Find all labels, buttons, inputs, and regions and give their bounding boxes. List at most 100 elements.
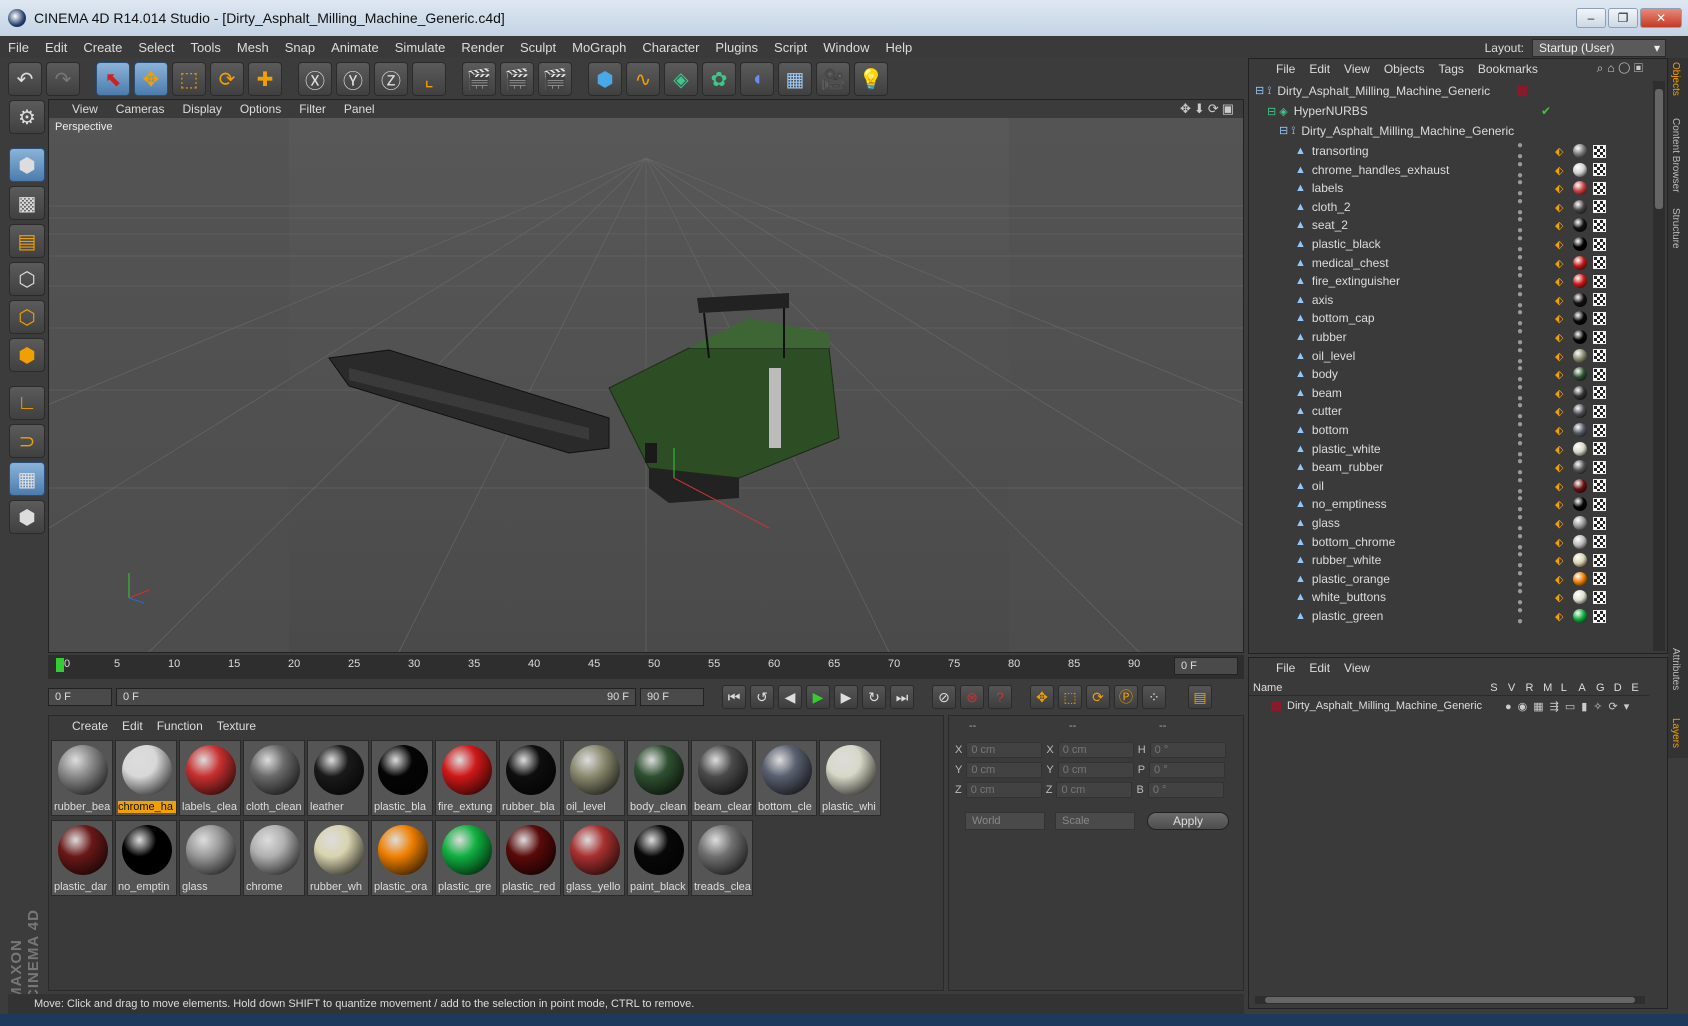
material-tag-icon[interactable] [1573, 274, 1587, 289]
phong-tag-icon[interactable]: ⬖ [1555, 536, 1567, 549]
tree-row-hypernurbs[interactable]: ⊟ ◈ HyperNURBS ✔ [1249, 101, 1649, 121]
material-tile[interactable]: plastic_bla [371, 740, 433, 816]
menu-select[interactable]: Select [130, 40, 182, 55]
phong-tag-icon[interactable]: ⬖ [1555, 331, 1567, 344]
menu-sculpt[interactable]: Sculpt [512, 40, 564, 55]
viewport-menu-view[interactable]: View [63, 102, 107, 116]
viewport-menu-panel[interactable]: Panel [335, 102, 384, 116]
camera-icon[interactable]: 🎥 [816, 62, 850, 96]
tree-row-object[interactable]: ▲ rubber_white ● ● ⬖ [1249, 549, 1649, 571]
material-tag-icon[interactable] [1573, 590, 1587, 605]
make-editable-icon[interactable]: ⚙ [9, 100, 45, 134]
position-z-field[interactable]: 0 cm [965, 782, 1042, 798]
light-icon[interactable]: 💡 [854, 62, 888, 96]
material-tile[interactable]: plastic_dar [51, 820, 113, 896]
uvw-tag-icon[interactable] [1593, 349, 1606, 363]
side-tab-content-browser[interactable]: Content Browser [1670, 118, 1681, 192]
start-frame-field[interactable]: 0 F [48, 688, 112, 706]
tree-row-object[interactable]: ▲ transorting ● ● ⬖ [1249, 140, 1649, 162]
uvw-tag-icon[interactable] [1593, 423, 1606, 437]
material-tag-icon[interactable] [1573, 162, 1587, 177]
viewport-menu-filter[interactable]: Filter [290, 102, 335, 116]
snap-icon[interactable]: ⊃ [9, 424, 45, 458]
material-tag-icon[interactable] [1573, 441, 1587, 456]
material-tile[interactable]: labels_clea [179, 740, 241, 816]
material-tile[interactable]: paint_black [627, 820, 689, 896]
size-mode-dropdown[interactable]: Scale [1055, 812, 1135, 830]
side-tab-attributes[interactable]: Attributes [1670, 648, 1681, 690]
coord-system-icon[interactable]: ⌞ [412, 62, 446, 96]
material-tag-icon[interactable] [1573, 255, 1587, 270]
material-tile[interactable]: plastic_ora [371, 820, 433, 896]
layout-dropdown[interactable]: Startup (User) [1532, 39, 1666, 57]
uvw-tag-icon[interactable] [1593, 144, 1606, 158]
layer-menu-file[interactable]: File [1269, 661, 1302, 675]
tree-row-object[interactable]: ▲ beam_rubber ● ● ⬖ [1249, 456, 1649, 478]
tree-row-object[interactable]: ▲ bottom_chrome ● ● ⬖ [1249, 531, 1649, 553]
rotation-h-field[interactable]: 0 ° [1149, 742, 1226, 758]
side-tab-objects[interactable]: Objects [1670, 62, 1681, 96]
phong-tag-icon[interactable]: ⬖ [1555, 238, 1567, 251]
tree-row-object[interactable]: ▲ plastic_orange ● ● ⬖ [1249, 568, 1649, 590]
uvw-tag-icon[interactable] [1593, 200, 1606, 214]
live-select-icon[interactable]: ⬉ [96, 62, 130, 96]
uvw-tag-icon[interactable] [1593, 609, 1606, 623]
menu-mograph[interactable]: MoGraph [564, 40, 634, 55]
phong-tag-icon[interactable]: ⬖ [1555, 591, 1567, 604]
material-menu-create[interactable]: Create [65, 719, 115, 733]
uvw-tag-icon[interactable] [1593, 163, 1606, 177]
size-x-field[interactable]: 0 cm [1057, 742, 1134, 758]
phong-tag-icon[interactable]: ⬖ [1555, 219, 1567, 232]
tree-row-object[interactable]: ▲ bottom_cap ● ● ⬖ [1249, 307, 1649, 329]
phong-tag-icon[interactable]: ⬖ [1555, 275, 1567, 288]
material-tile[interactable]: fire_extung [435, 740, 497, 816]
phong-tag-icon[interactable]: ⬖ [1555, 461, 1567, 474]
viewport-nav-icons[interactable]: ✥⬇⟳▣ [1180, 101, 1237, 117]
tree-row-object[interactable]: ▲ oil_level ● ● ⬖ [1249, 345, 1649, 367]
menu-window[interactable]: Window [815, 40, 877, 55]
menu-edit[interactable]: Edit [37, 40, 75, 55]
material-tile[interactable]: no_emptin [115, 820, 177, 896]
tree-row-object[interactable]: ▲ plastic_black ● ● ⬖ [1249, 233, 1649, 255]
array-icon[interactable]: ✿ [702, 62, 736, 96]
x-axis-icon[interactable]: Ⓧ [298, 62, 332, 96]
uvw-tag-icon[interactable] [1593, 535, 1606, 549]
phong-tag-icon[interactable]: ⬖ [1555, 312, 1567, 325]
model-mode-icon[interactable]: ⬢ [9, 148, 45, 182]
material-tile[interactable]: glass_yello [563, 820, 625, 896]
object-menu-file[interactable]: File [1269, 62, 1302, 76]
add-icon[interactable]: ✚ [248, 62, 282, 96]
workplane-lock-icon[interactable]: ▦ [9, 462, 45, 496]
y-axis-icon[interactable]: Ⓨ [336, 62, 370, 96]
uvw-tag-icon[interactable] [1593, 460, 1606, 474]
viewport-menu-display[interactable]: Display [173, 102, 230, 116]
object-menu-view[interactable]: View [1337, 62, 1377, 76]
tree-row-object[interactable]: ▲ bottom ● ● ⬖ [1249, 419, 1649, 441]
undo-icon[interactable]: ↶ [8, 62, 42, 96]
phong-tag-icon[interactable]: ⬖ [1555, 610, 1567, 623]
axis-mode-icon[interactable]: ∟ [9, 386, 45, 420]
cube-icon[interactable]: ⬢ [588, 62, 622, 96]
material-tag-icon[interactable] [1573, 609, 1587, 623]
material-tile[interactable]: rubber_wh [307, 820, 369, 896]
phong-tag-icon[interactable]: ⬖ [1555, 145, 1567, 158]
layer-row[interactable]: Dirty_Asphalt_Milling_Machine_Generic ●◉… [1249, 698, 1649, 714]
key-scale-icon[interactable]: ⬚ [1058, 685, 1082, 709]
texture-mode-icon[interactable]: ▩ [9, 186, 45, 220]
uvw-tag-icon[interactable] [1593, 386, 1606, 400]
layer-flags-icons[interactable]: ●◉▦⇶▭▮✧⟳▾ [1505, 700, 1635, 713]
material-tag-icon[interactable] [1573, 199, 1587, 214]
phong-tag-icon[interactable]: ⬖ [1555, 350, 1567, 363]
rotation-p-field[interactable]: 0 ° [1149, 762, 1226, 778]
tree-row-object[interactable]: ▲ labels ● ● ⬖ [1249, 177, 1649, 199]
layer-color-swatch[interactable] [1271, 701, 1281, 711]
menu-file[interactable]: File [0, 40, 37, 55]
goto-start-icon[interactable]: ⏮ [722, 685, 746, 709]
preview-range-slider[interactable]: 0 F 90 F [116, 688, 636, 706]
points-mode-icon[interactable]: ⬡ [9, 262, 45, 296]
phong-tag-icon[interactable]: ⬖ [1555, 405, 1567, 418]
render-picture-viewer-icon[interactable]: 🎬 [500, 62, 534, 96]
uvw-tag-icon[interactable] [1593, 404, 1606, 418]
rotate-icon[interactable]: ⟳ [210, 62, 244, 96]
position-x-field[interactable]: 0 cm [966, 742, 1043, 758]
